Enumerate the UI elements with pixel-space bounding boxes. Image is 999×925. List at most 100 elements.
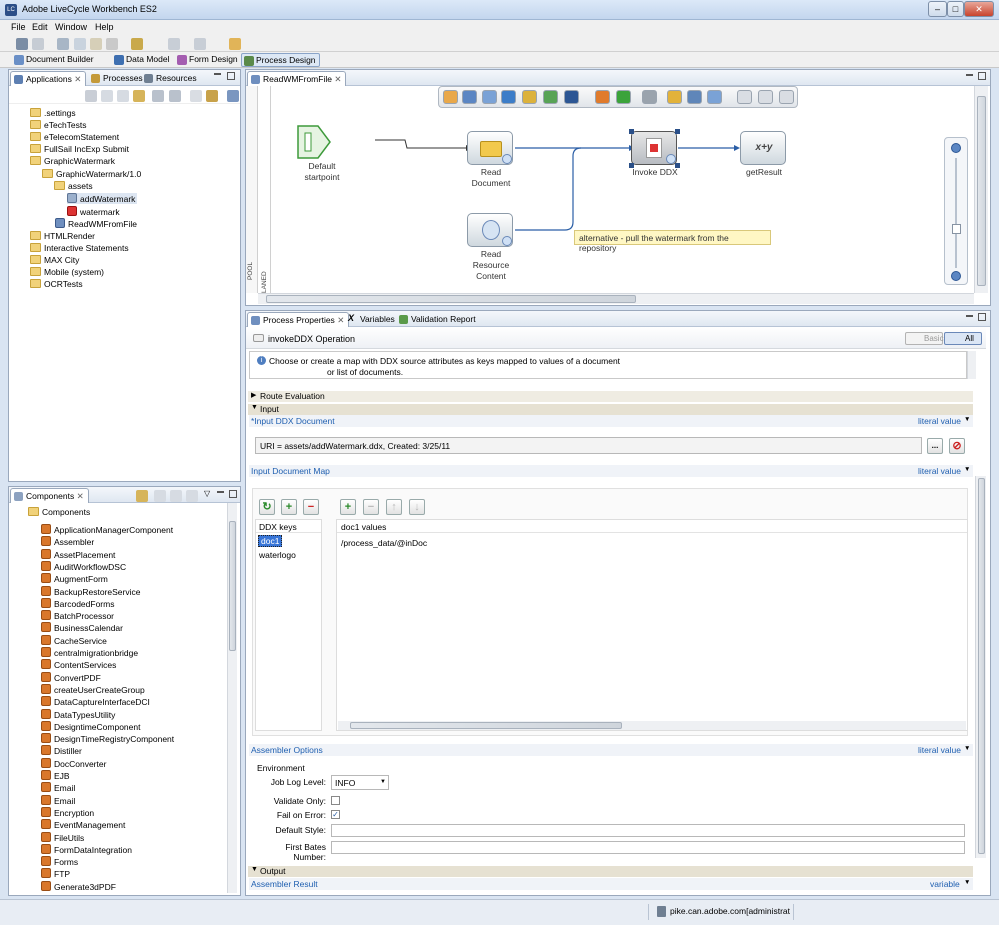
menu-window[interactable]: Window [55, 22, 87, 32]
move-down-button[interactable]: ↓ [409, 499, 425, 515]
component-item[interactable]: Encryption [41, 806, 94, 818]
collapsed-arrow-icon[interactable]: ▶ [251, 391, 256, 399]
annotation-note[interactable]: alternative - pull the watermark from th… [574, 230, 771, 253]
default-style-input[interactable] [331, 824, 965, 837]
job-log-level-select[interactable]: INFO ▼ [331, 775, 389, 790]
component-item[interactable]: Distiller [41, 745, 82, 756]
read-resource-node[interactable] [467, 213, 513, 247]
paste-icon[interactable] [90, 38, 102, 50]
scroll-thumb[interactable] [266, 295, 636, 303]
component-item[interactable]: Email [41, 794, 75, 806]
maximize-view-icon[interactable] [229, 490, 237, 498]
tree-item[interactable]: GraphicWatermark/1.0 [42, 169, 141, 179]
output-section[interactable] [248, 866, 973, 877]
components-scrollbar[interactable] [227, 503, 237, 893]
component-item[interactable]: centralmigrationbridge [41, 647, 138, 658]
selection-handle[interactable] [675, 129, 680, 134]
refresh-button[interactable]: ↻ [259, 499, 275, 515]
collapse-all-icon[interactable] [152, 90, 164, 102]
basic-toggle[interactable]: Basic [905, 332, 944, 345]
get-result-node[interactable]: x+y [740, 131, 786, 165]
server-icon[interactable] [206, 90, 218, 102]
view-menu-icon[interactable]: ▽ [204, 489, 210, 498]
invoke-ddx-node[interactable] [629, 129, 680, 168]
perspective-document-builder[interactable]: Document Builder [12, 53, 97, 67]
component-item[interactable]: FormDataIntegration [41, 843, 132, 855]
component-item[interactable]: ApplicationManagerComponent [41, 524, 173, 535]
component-item[interactable]: FTP [41, 868, 70, 879]
cut-icon[interactable] [57, 38, 69, 50]
perspective-process-design[interactable]: Process Design [241, 53, 320, 67]
minimize-view-icon[interactable] [217, 491, 224, 493]
component-item[interactable]: ConvertPDF [41, 671, 101, 683]
values-hscrollbar[interactable] [338, 721, 966, 730]
deploy-icon[interactable] [131, 38, 143, 50]
scroll-thumb[interactable] [977, 96, 986, 286]
properties-vscrollbar[interactable] [975, 476, 986, 858]
chevron-down-icon[interactable]: ▼ [964, 466, 970, 473]
tree-item[interactable]: ReadWMFromFile [55, 218, 137, 229]
key-row-selected[interactable]: doc1 [258, 535, 283, 547]
chevron-down-icon[interactable]: ▼ [964, 879, 970, 886]
perspective-data-model[interactable]: Data Model [112, 53, 172, 67]
back-icon[interactable] [170, 490, 182, 502]
forward-nav-icon[interactable] [194, 38, 206, 50]
close-icon[interactable]: ✕ [74, 74, 81, 84]
chevron-down-icon[interactable]: ▼ [964, 416, 970, 423]
undo-icon[interactable] [229, 38, 241, 50]
component-item[interactable]: BarcodedForms [41, 597, 114, 609]
tree-item[interactable]: watermark [67, 206, 120, 217]
component-item[interactable]: BackupRestoreService [41, 585, 140, 597]
expanded-arrow-icon[interactable]: ▼ [251, 404, 258, 411]
literal-value-link[interactable]: literal value [918, 466, 961, 476]
first-bates-input[interactable] [331, 841, 965, 854]
info-scrollbar[interactable] [967, 351, 976, 379]
component-item[interactable]: Forms [41, 856, 78, 867]
tree-item[interactable]: eTelecomStatement [30, 132, 119, 142]
tab-applications[interactable]: Applications ✕ [10, 71, 87, 86]
tab-components[interactable]: Components ✕ [10, 488, 89, 503]
perspective-form-design[interactable]: Form Design [175, 53, 241, 67]
tab-processes[interactable]: Processes [88, 71, 147, 86]
component-item[interactable]: FileUtils [41, 831, 84, 843]
scroll-thumb[interactable] [978, 478, 985, 854]
minimize-button[interactable]: – [928, 1, 947, 17]
value-row[interactable]: /process_data/@inDoc [341, 538, 427, 548]
filter-icon[interactable] [190, 90, 202, 102]
menu-file[interactable]: File [11, 22, 26, 32]
component-item[interactable]: ContentServices [41, 659, 116, 670]
zoom-in-icon[interactable] [951, 143, 961, 153]
key-row[interactable]: waterlogo [259, 550, 296, 560]
all-toggle[interactable]: All [944, 332, 982, 345]
component-item[interactable]: CacheService [41, 634, 107, 646]
component-item[interactable]: BatchProcessor [41, 610, 114, 621]
literal-value-link[interactable]: literal value [918, 416, 961, 426]
maximize-view-icon[interactable] [978, 72, 986, 80]
minimize-view-icon[interactable] [966, 315, 973, 317]
read-document-node[interactable] [467, 131, 513, 165]
component-item[interactable]: AuditWorkflowDSC [41, 560, 126, 572]
component-item[interactable]: BusinessCalendar [41, 622, 123, 633]
close-icon[interactable]: ✕ [77, 491, 84, 501]
literal-value-link[interactable]: literal value [918, 745, 961, 755]
zoom-out-icon[interactable] [951, 271, 961, 281]
forward-icon[interactable] [186, 490, 198, 502]
new-icon[interactable] [16, 38, 28, 50]
tree-item[interactable]: FullSail IncExp Submit [30, 144, 129, 154]
component-item[interactable]: DocConverter [41, 757, 106, 769]
scroll-thumb[interactable] [350, 722, 622, 729]
delete-icon[interactable] [106, 38, 118, 50]
menu-help[interactable]: Help [95, 22, 114, 32]
route-evaluation-section[interactable] [248, 391, 973, 402]
input-section[interactable] [248, 404, 973, 415]
home-icon[interactable] [154, 490, 166, 502]
component-item[interactable]: DataCaptureInterfaceDCI [41, 696, 150, 707]
maximize-button[interactable]: □ [947, 1, 964, 17]
fail-on-error-checkbox[interactable]: ✓ [331, 810, 340, 819]
uri-field[interactable]: URI = assets/addWatermark.ddx, Created: … [255, 437, 922, 454]
remove-key-button[interactable]: − [303, 499, 319, 515]
chevron-down-icon[interactable]: ▼ [964, 745, 970, 752]
move-up-button[interactable]: ↑ [386, 499, 402, 515]
tree-item[interactable]: OCRTests [30, 279, 83, 289]
save-icon[interactable] [32, 38, 44, 50]
